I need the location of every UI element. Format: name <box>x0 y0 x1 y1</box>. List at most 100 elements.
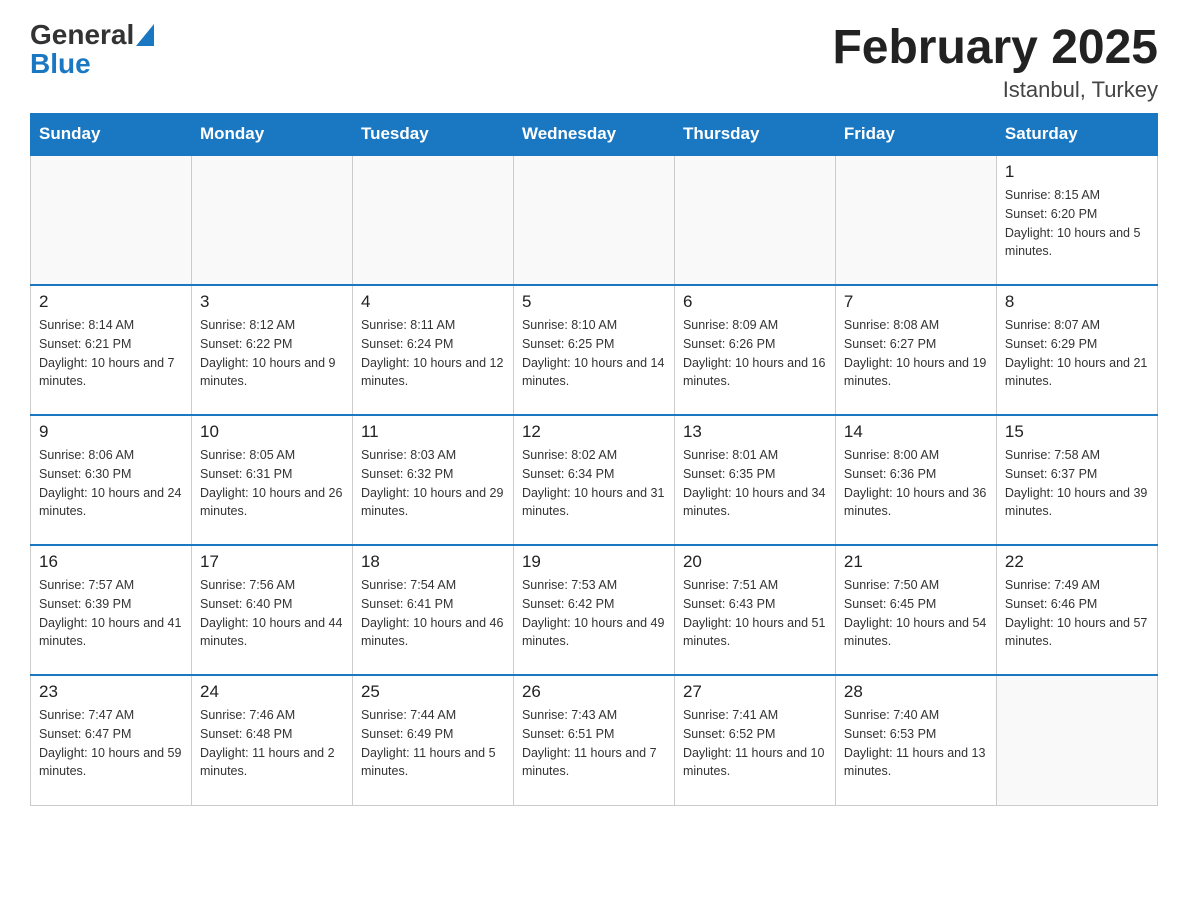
calendar-week-row: 2Sunrise: 8:14 AMSunset: 6:21 PMDaylight… <box>31 285 1158 415</box>
logo-blue-text: Blue <box>30 48 91 79</box>
calendar-cell <box>835 155 996 285</box>
day-info: Sunrise: 8:01 AMSunset: 6:35 PMDaylight:… <box>683 446 827 521</box>
calendar-cell: 20 Sunrise: 7:51 AMSunset: 6:43 PMDayligh… <box>674 545 835 675</box>
calendar-cell: 11 Sunrise: 8:03 AMSunset: 6:32 PMDayligh… <box>352 415 513 545</box>
day-info: Sunrise: 8:09 AMSunset: 6:26 PMDaylight:… <box>683 316 827 391</box>
calendar-cell: 12Sunrise: 8:02 AMSunset: 6:34 PMDayligh… <box>513 415 674 545</box>
day-info: Sunrise: 7:49 AMSunset: 6:46 PMDaylight:… <box>1005 576 1149 651</box>
calendar-cell <box>352 155 513 285</box>
calendar-cell: 26 Sunrise: 7:43 AMSunset: 6:51 PMDayligh… <box>513 675 674 805</box>
day-number: 7 <box>844 292 988 312</box>
day-number: 21 <box>844 552 988 572</box>
day-info: Sunrise: 8:00 AMSunset: 6:36 PMDaylight:… <box>844 446 988 521</box>
calendar-table: Sunday Monday Tuesday Wednesday Thursday… <box>30 113 1158 806</box>
calendar-cell: 3Sunrise: 8:12 AMSunset: 6:22 PMDaylight… <box>191 285 352 415</box>
day-info: Sunrise: 8:07 AMSunset: 6:29 PMDaylight:… <box>1005 316 1149 391</box>
day-info: Sunrise: 8:10 AMSunset: 6:25 PMDaylight:… <box>522 316 666 391</box>
day-info: Sunrise: 8:15 AMSunset: 6:20 PMDaylight:… <box>1005 186 1149 261</box>
calendar-cell: 2Sunrise: 8:14 AMSunset: 6:21 PMDaylight… <box>31 285 192 415</box>
calendar-cell: 24 Sunrise: 7:46 AMSunset: 6:48 PMDayligh… <box>191 675 352 805</box>
day-number: 16 <box>39 552 183 572</box>
day-info: Sunrise: 7:43 AMSunset: 6:51 PMDaylight:… <box>522 706 666 781</box>
header-monday: Monday <box>191 114 352 156</box>
calendar-week-row: 1 Sunrise: 8:15 AMSunset: 6:20 PMDaylight… <box>31 155 1158 285</box>
calendar-week-row: 23 Sunrise: 7:47 AMSunset: 6:47 PMDayligh… <box>31 675 1158 805</box>
calendar-cell: 25Sunrise: 7:44 AMSunset: 6:49 PMDayligh… <box>352 675 513 805</box>
logo: General Blue <box>30 20 154 78</box>
page-header: General Blue February 2025 Istanbul, Tur… <box>30 20 1158 103</box>
header-tuesday: Tuesday <box>352 114 513 156</box>
day-info: Sunrise: 8:14 AMSunset: 6:21 PMDaylight:… <box>39 316 183 391</box>
logo-triangle-icon <box>136 24 154 46</box>
calendar-cell: 22 Sunrise: 7:49 AMSunset: 6:46 PMDayligh… <box>996 545 1157 675</box>
calendar-cell: 27 Sunrise: 7:41 AMSunset: 6:52 PMDayligh… <box>674 675 835 805</box>
calendar-subtitle: Istanbul, Turkey <box>832 77 1158 103</box>
calendar-cell: 18 Sunrise: 7:54 AMSunset: 6:41 PMDayligh… <box>352 545 513 675</box>
calendar-cell: 19 Sunrise: 7:53 AMSunset: 6:42 PMDayligh… <box>513 545 674 675</box>
calendar-cell <box>31 155 192 285</box>
calendar-cell: 15 Sunrise: 7:58 AMSunset: 6:37 PMDayligh… <box>996 415 1157 545</box>
day-number: 23 <box>39 682 183 702</box>
day-info: Sunrise: 8:02 AMSunset: 6:34 PMDaylight:… <box>522 446 666 521</box>
day-info: Sunrise: 8:06 AMSunset: 6:30 PMDaylight:… <box>39 446 183 521</box>
calendar-cell: 13 Sunrise: 8:01 AMSunset: 6:35 PMDayligh… <box>674 415 835 545</box>
calendar-cell: 6 Sunrise: 8:09 AMSunset: 6:26 PMDaylight… <box>674 285 835 415</box>
day-number: 26 <box>522 682 666 702</box>
header-friday: Friday <box>835 114 996 156</box>
day-info: Sunrise: 8:05 AMSunset: 6:31 PMDaylight:… <box>200 446 344 521</box>
day-number: 9 <box>39 422 183 442</box>
day-number: 27 <box>683 682 827 702</box>
day-info: Sunrise: 8:12 AMSunset: 6:22 PMDaylight:… <box>200 316 344 391</box>
day-number: 20 <box>683 552 827 572</box>
day-info: Sunrise: 7:41 AMSunset: 6:52 PMDaylight:… <box>683 706 827 781</box>
day-info: Sunrise: 7:57 AMSunset: 6:39 PMDaylight:… <box>39 576 183 651</box>
day-number: 15 <box>1005 422 1149 442</box>
day-number: 14 <box>844 422 988 442</box>
day-info: Sunrise: 7:54 AMSunset: 6:41 PMDaylight:… <box>361 576 505 651</box>
day-info: Sunrise: 7:46 AMSunset: 6:48 PMDaylight:… <box>200 706 344 781</box>
day-number: 13 <box>683 422 827 442</box>
calendar-cell: 17 Sunrise: 7:56 AMSunset: 6:40 PMDayligh… <box>191 545 352 675</box>
day-info: Sunrise: 8:11 AMSunset: 6:24 PMDaylight:… <box>361 316 505 391</box>
calendar-cell: 4 Sunrise: 8:11 AMSunset: 6:24 PMDaylight… <box>352 285 513 415</box>
calendar-week-row: 9 Sunrise: 8:06 AMSunset: 6:30 PMDaylight… <box>31 415 1158 545</box>
day-number: 6 <box>683 292 827 312</box>
calendar-cell: 23 Sunrise: 7:47 AMSunset: 6:47 PMDayligh… <box>31 675 192 805</box>
day-number: 5 <box>522 292 666 312</box>
day-info: Sunrise: 8:08 AMSunset: 6:27 PMDaylight:… <box>844 316 988 391</box>
calendar-cell <box>674 155 835 285</box>
day-info: Sunrise: 7:47 AMSunset: 6:47 PMDaylight:… <box>39 706 183 781</box>
title-area: February 2025 Istanbul, Turkey <box>832 20 1158 103</box>
calendar-cell <box>996 675 1157 805</box>
day-number: 17 <box>200 552 344 572</box>
day-number: 1 <box>1005 162 1149 182</box>
header-sunday: Sunday <box>31 114 192 156</box>
day-number: 28 <box>844 682 988 702</box>
calendar-cell: 21Sunrise: 7:50 AMSunset: 6:45 PMDayligh… <box>835 545 996 675</box>
day-info: Sunrise: 7:44 AMSunset: 6:49 PMDaylight:… <box>361 706 505 781</box>
calendar-cell <box>513 155 674 285</box>
days-header-row: Sunday Monday Tuesday Wednesday Thursday… <box>31 114 1158 156</box>
header-thursday: Thursday <box>674 114 835 156</box>
calendar-cell: 14 Sunrise: 8:00 AMSunset: 6:36 PMDayligh… <box>835 415 996 545</box>
day-number: 19 <box>522 552 666 572</box>
header-wednesday: Wednesday <box>513 114 674 156</box>
calendar-cell: 8 Sunrise: 8:07 AMSunset: 6:29 PMDaylight… <box>996 285 1157 415</box>
day-number: 4 <box>361 292 505 312</box>
day-info: Sunrise: 7:56 AMSunset: 6:40 PMDaylight:… <box>200 576 344 651</box>
header-saturday: Saturday <box>996 114 1157 156</box>
day-number: 24 <box>200 682 344 702</box>
day-number: 11 <box>361 422 505 442</box>
day-info: Sunrise: 8:03 AMSunset: 6:32 PMDaylight:… <box>361 446 505 521</box>
calendar-week-row: 16 Sunrise: 7:57 AMSunset: 6:39 PMDayligh… <box>31 545 1158 675</box>
calendar-title: February 2025 <box>832 20 1158 75</box>
day-number: 18 <box>361 552 505 572</box>
day-number: 10 <box>200 422 344 442</box>
calendar-cell: 28Sunrise: 7:40 AMSunset: 6:53 PMDayligh… <box>835 675 996 805</box>
day-info: Sunrise: 7:51 AMSunset: 6:43 PMDaylight:… <box>683 576 827 651</box>
day-number: 22 <box>1005 552 1149 572</box>
day-info: Sunrise: 7:53 AMSunset: 6:42 PMDaylight:… <box>522 576 666 651</box>
calendar-cell: 10 Sunrise: 8:05 AMSunset: 6:31 PMDayligh… <box>191 415 352 545</box>
day-number: 8 <box>1005 292 1149 312</box>
day-info: Sunrise: 7:58 AMSunset: 6:37 PMDaylight:… <box>1005 446 1149 521</box>
